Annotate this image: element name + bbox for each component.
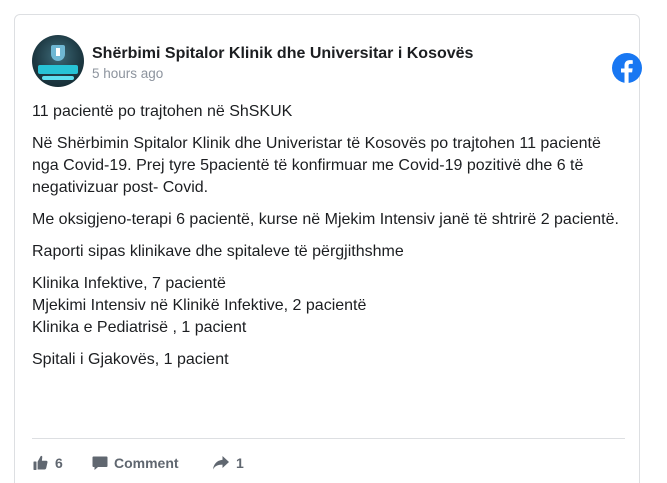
post-paragraph: Në Shërbimin Spitalor Klinik dhe Univeri… bbox=[32, 135, 601, 196]
post-timestamp[interactable]: 5 hours ago bbox=[92, 66, 163, 81]
post-paragraph: Mjekimi Intensiv në Klinikë Infektive, 2… bbox=[32, 297, 367, 314]
actions-divider bbox=[32, 438, 625, 439]
post-paragraph: Spitali i Gjakovës, 1 pacient bbox=[32, 351, 229, 368]
share-count: 1 bbox=[236, 455, 244, 471]
like-button[interactable]: 6 bbox=[33, 455, 63, 471]
post-body: 11 pacientë po trajtohen në ShSKUK Në Sh… bbox=[32, 101, 622, 381]
comment-label: Comment bbox=[114, 455, 179, 471]
post-paragraph: Me oksigjeno-terapi 6 pacientë, kurse në… bbox=[32, 211, 619, 228]
share-button[interactable]: 1 bbox=[212, 455, 244, 471]
logo-shield bbox=[51, 45, 65, 61]
post-header: Shërbimi Spitalor Klinik dhe Universitar… bbox=[32, 35, 642, 87]
post-paragraph: Klinika Infektive, 7 pacientë bbox=[32, 275, 226, 292]
post-paragraph: 11 pacientë po trajtohen në ShSKUK bbox=[32, 103, 293, 120]
like-count: 6 bbox=[55, 455, 63, 471]
share-arrow-icon bbox=[213, 456, 229, 470]
speech-bubble-icon bbox=[92, 456, 108, 470]
post-paragraph: Raporti sipas klinikave dhe spitaleve të… bbox=[32, 243, 404, 260]
page-avatar[interactable] bbox=[32, 35, 84, 87]
post-card: Shërbimi Spitalor Klinik dhe Universitar… bbox=[14, 14, 642, 483]
comment-button[interactable]: Comment bbox=[92, 455, 179, 471]
page-name-link[interactable]: Shërbimi Spitalor Klinik dhe Universitar… bbox=[92, 45, 473, 63]
thumbs-up-icon bbox=[33, 455, 48, 470]
facebook-logo-icon[interactable] bbox=[612, 53, 642, 83]
post-paragraph: Klinika e Pediatrisë , 1 pacient bbox=[32, 319, 247, 336]
